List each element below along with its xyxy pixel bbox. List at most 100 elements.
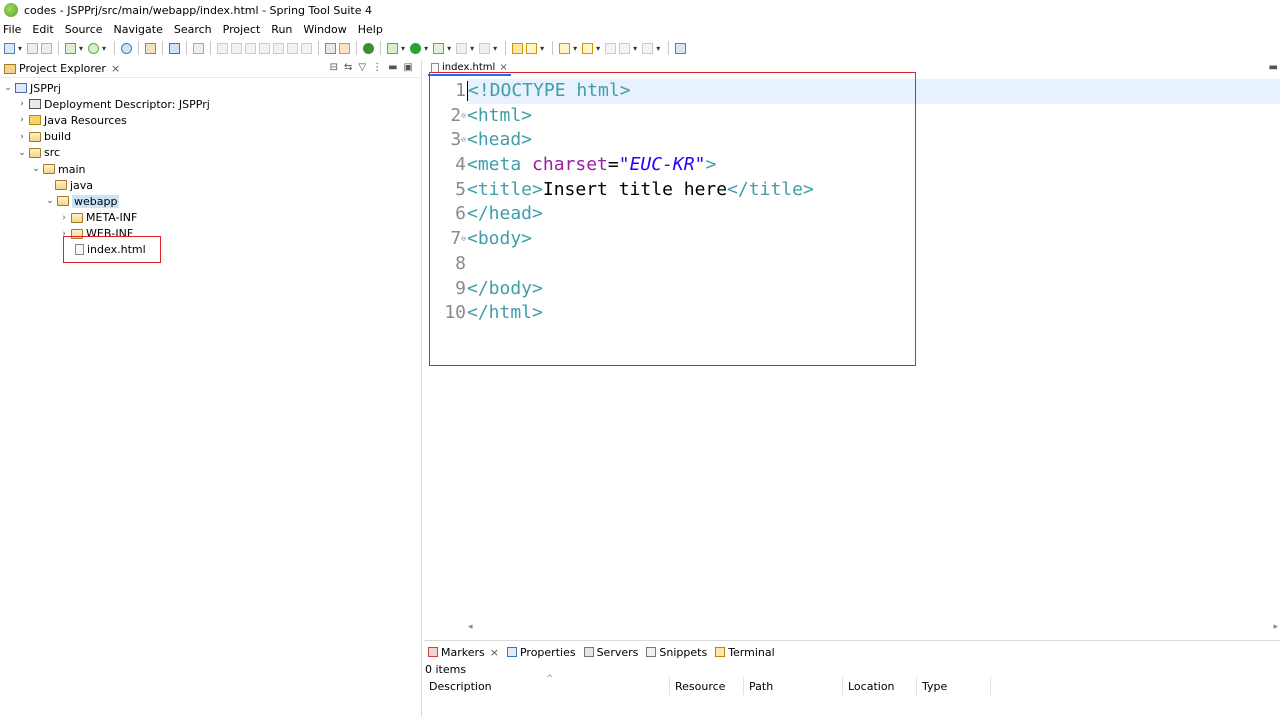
- tab-properties[interactable]: Properties: [506, 646, 576, 659]
- open-type-icon[interactable]: [145, 42, 157, 54]
- tree-item-deployment-descriptor[interactable]: › Deployment Descriptor: JSPPrj: [0, 96, 421, 112]
- tree-item-src[interactable]: ⌄ src: [0, 145, 421, 161]
- new-icon[interactable]: [4, 42, 15, 54]
- tree-item-meta-inf[interactable]: › META-INF: [0, 210, 421, 226]
- menu-navigate[interactable]: Navigate: [114, 23, 163, 36]
- tab-snippets[interactable]: Snippets: [646, 646, 707, 659]
- minimize-icon[interactable]: ▬: [388, 62, 397, 73]
- tree-item-label: Java Resources: [44, 113, 127, 127]
- profile-icon[interactable]: [479, 42, 491, 54]
- tree-item-java[interactable]: java: [0, 177, 421, 193]
- horizontal-scrollbar[interactable]: ◂ ▸: [424, 622, 1280, 634]
- chevron-down-icon[interactable]: ⌄: [31, 164, 41, 174]
- tree-item-webapp[interactable]: ⌄ webapp: [0, 193, 421, 209]
- save-icon[interactable]: [27, 42, 39, 54]
- tree-item-label: META-INF: [86, 211, 138, 225]
- dropdown-icon[interactable]: ▾: [102, 44, 106, 53]
- chevron-right-icon[interactable]: ›: [17, 115, 27, 125]
- column-location[interactable]: Location: [843, 677, 917, 695]
- terminal-icon: [715, 647, 726, 657]
- menu-help[interactable]: Help: [358, 23, 383, 36]
- chevron-right-icon[interactable]: ›: [59, 213, 69, 223]
- filter-icon[interactable]: ▽: [358, 62, 366, 73]
- bottom-panel: Markers × Properties Servers Snippets Te…: [424, 640, 1280, 717]
- tree-item-label: build: [44, 130, 72, 144]
- annotation-highlight-box: [63, 236, 161, 263]
- previous-annotation-icon[interactable]: [582, 42, 594, 54]
- back-icon[interactable]: [619, 42, 631, 54]
- column-resource[interactable]: Resource: [670, 677, 744, 695]
- spring-boot-icon[interactable]: [88, 42, 100, 54]
- snippets-icon: [646, 647, 657, 657]
- tree-item-main[interactable]: ⌄ main: [0, 161, 421, 177]
- tab-label: Markers: [441, 645, 485, 659]
- menu-edit[interactable]: Edit: [32, 23, 53, 36]
- spring-tool-suite-icon: [4, 3, 18, 17]
- next-annotation-icon[interactable]: [559, 42, 571, 54]
- scroll-right-icon[interactable]: ▸: [1273, 622, 1278, 632]
- spring-dashboard-icon[interactable]: [339, 42, 351, 54]
- minimize-icon[interactable]: ▬: [1269, 62, 1278, 73]
- pen-icon[interactable]: [526, 42, 538, 54]
- tab-servers[interactable]: Servers: [583, 645, 639, 659]
- forward-icon[interactable]: [642, 42, 654, 54]
- servers-icon: [583, 647, 594, 657]
- close-icon[interactable]: ×: [490, 646, 499, 659]
- step-into-icon[interactable]: [273, 42, 285, 54]
- disconnect-icon[interactable]: [259, 42, 271, 54]
- link-with-editor-icon[interactable]: ⇆: [344, 62, 352, 73]
- toolbar-separator: [58, 41, 60, 55]
- maximize-icon[interactable]: ▣: [404, 62, 413, 73]
- menu-run[interactable]: Run: [271, 23, 292, 36]
- chevron-right-icon[interactable]: ›: [17, 99, 27, 109]
- menu-search[interactable]: Search: [174, 23, 212, 36]
- chevron-down-icon[interactable]: ⌄: [45, 196, 55, 206]
- collapse-all-icon[interactable]: ⊟: [330, 62, 338, 73]
- folder-open-icon: [29, 147, 41, 158]
- column-type[interactable]: Type: [917, 677, 991, 695]
- tree-item-jspprj[interactable]: ⌄ JSPPrj: [0, 80, 421, 96]
- chevron-down-icon[interactable]: ⌄: [3, 83, 13, 93]
- window-title: codes - JSPPrj/src/main/webapp/index.htm…: [24, 3, 372, 17]
- new-server-icon[interactable]: [65, 42, 77, 54]
- project-explorer: Project Explorer × ⊟ ⇆ ▽ ⋮ ▬ ▣ ⌄ JSPPrj …: [0, 60, 422, 717]
- console-icon[interactable]: [169, 42, 181, 54]
- tree-item-build[interactable]: › build: [0, 129, 421, 145]
- run-external-tools-icon[interactable]: [433, 42, 445, 54]
- markers-icon: [428, 647, 438, 657]
- terminate-icon[interactable]: [245, 42, 257, 54]
- tab-label: Servers: [596, 645, 639, 659]
- menu-source[interactable]: Source: [65, 23, 103, 36]
- last-edit-icon[interactable]: [605, 42, 617, 54]
- coverage-icon[interactable]: [456, 42, 468, 54]
- menu-window[interactable]: Window: [303, 23, 346, 36]
- view-menu-icon[interactable]: ⋮: [372, 62, 382, 73]
- menu-project[interactable]: Project: [223, 23, 261, 36]
- tree-item-java-resources[interactable]: › Java Resources: [0, 112, 421, 128]
- globe-icon[interactable]: [121, 42, 133, 54]
- step-over-icon[interactable]: [287, 42, 299, 54]
- resume-icon[interactable]: [217, 42, 229, 54]
- open-perspective-icon[interactable]: [675, 42, 687, 54]
- menu-file[interactable]: File: [3, 23, 21, 36]
- chevron-right-icon[interactable]: ›: [17, 132, 27, 142]
- skip-breakpoints-icon[interactable]: [193, 42, 205, 54]
- tab-project-explorer[interactable]: Project Explorer ×: [4, 62, 120, 75]
- open-task-icon[interactable]: [512, 42, 524, 54]
- save-all-icon[interactable]: [41, 42, 53, 54]
- boot-dashboard-icon[interactable]: [363, 42, 375, 54]
- toggle-word-wrap-icon[interactable]: [325, 42, 337, 54]
- chevron-down-icon[interactable]: ⌄: [17, 148, 27, 158]
- dropdown-icon[interactable]: ▾: [79, 44, 83, 53]
- debug-icon[interactable]: [387, 42, 399, 54]
- suspend-icon[interactable]: [231, 42, 243, 54]
- tab-markers[interactable]: Markers ×: [428, 646, 499, 659]
- step-return-icon[interactable]: [301, 42, 313, 54]
- new-dropdown-icon[interactable]: ▾: [18, 44, 22, 53]
- tree-item-label: src: [44, 146, 61, 160]
- tab-terminal[interactable]: Terminal: [715, 646, 775, 659]
- column-path[interactable]: Path: [744, 677, 843, 695]
- run-icon[interactable]: [410, 42, 422, 54]
- close-icon[interactable]: ×: [111, 62, 120, 75]
- scroll-left-icon[interactable]: ◂: [468, 622, 473, 632]
